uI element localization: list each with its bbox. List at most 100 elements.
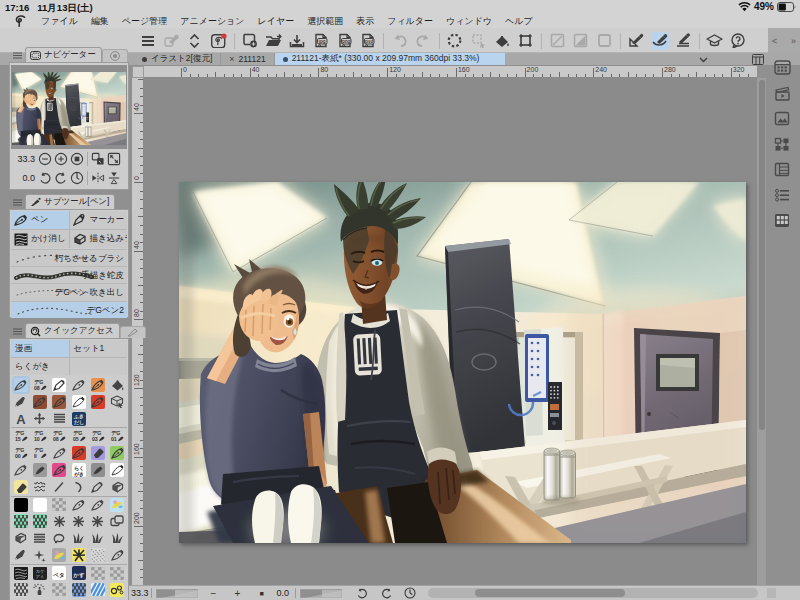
qa-cell[interactable] xyxy=(69,376,88,393)
eraser-icon[interactable] xyxy=(14,480,28,494)
qa-cell[interactable] xyxy=(69,444,88,461)
rotate-reset-icon[interactable] xyxy=(404,587,416,599)
zoom-100-icon[interactable] xyxy=(70,152,84,166)
panel-menu-icon[interactable] xyxy=(13,328,22,335)
qa-cell[interactable]: デGII xyxy=(30,444,49,461)
qa-cell[interactable] xyxy=(108,581,127,598)
dg-pen-icon[interactable]: デG10 xyxy=(33,429,47,443)
fill-bucket-icon[interactable] xyxy=(493,32,511,50)
subtool-brush-3[interactable]: デGペン2 xyxy=(11,301,127,318)
curve-icon[interactable] xyxy=(72,480,86,494)
qa-cell[interactable] xyxy=(50,410,69,427)
qa-cell[interactable] xyxy=(108,496,127,513)
grass-icon[interactable] xyxy=(72,531,86,545)
vertical-scrollbar-thumb[interactable] xyxy=(759,80,765,430)
qa-cell[interactable] xyxy=(108,547,127,564)
pen-icon[interactable] xyxy=(52,463,66,477)
qa-cell[interactable] xyxy=(69,393,88,410)
textA-icon[interactable]: A xyxy=(14,412,28,426)
scroll-right-chevron[interactable]: » xyxy=(791,36,796,46)
qa-cell[interactable] xyxy=(108,444,127,461)
qa-cell[interactable]: デG00 xyxy=(11,444,30,461)
edit-pen-icon[interactable] xyxy=(120,326,146,338)
rays-icon[interactable] xyxy=(72,548,86,562)
howto-cap-icon[interactable] xyxy=(706,32,724,50)
panel-menu-icon[interactable] xyxy=(13,199,22,206)
selection-running-icon[interactable] xyxy=(446,32,464,50)
spray-icon[interactable] xyxy=(33,583,47,597)
rotate-right-icon[interactable] xyxy=(380,588,393,599)
qa-cell[interactable] xyxy=(11,479,30,496)
qa-cell[interactable] xyxy=(88,530,107,547)
qa-cell[interactable] xyxy=(50,496,69,513)
static-icon[interactable] xyxy=(33,480,47,494)
qa-cell[interactable] xyxy=(11,496,30,513)
pen2-icon[interactable] xyxy=(72,378,86,392)
qa-set-漫画[interactable]: 漫画 xyxy=(11,340,69,357)
qa-cell[interactable] xyxy=(69,547,88,564)
qa-cell[interactable] xyxy=(11,565,30,582)
xstar-icon[interactable] xyxy=(91,514,105,528)
nib-icon[interactable] xyxy=(33,463,47,477)
menu-item-7[interactable]: フィルター xyxy=(387,15,433,28)
fit-screen-icon[interactable] xyxy=(107,152,121,166)
marker-icon[interactable] xyxy=(14,395,28,409)
subtool-brush-2[interactable]: デGペン 吹き出し xyxy=(11,283,127,300)
qa-cell[interactable] xyxy=(88,462,107,479)
qa-cell[interactable] xyxy=(108,530,127,547)
qa-cell[interactable] xyxy=(30,462,49,479)
qa-cell[interactable] xyxy=(88,513,107,530)
export-jpg-icon[interactable]: jpg xyxy=(312,32,330,50)
horizontal-scrollbar[interactable] xyxy=(428,588,758,598)
menu-item-4[interactable]: レイヤー xyxy=(258,15,295,28)
qa-cell[interactable]: らくがき xyxy=(69,462,88,479)
clip-studio-badge-icon[interactable] xyxy=(210,32,228,50)
qa-cell[interactable] xyxy=(11,547,30,564)
cube-icon[interactable] xyxy=(110,395,124,409)
qa-cell[interactable] xyxy=(30,479,49,496)
dg-pen-icon[interactable]: デG01 xyxy=(110,429,124,443)
checker-icon[interactable] xyxy=(52,583,66,597)
qa-cell[interactable] xyxy=(50,376,69,393)
pen2-icon[interactable] xyxy=(91,498,105,512)
rotate-left-icon[interactable] xyxy=(356,588,369,599)
qa-cell[interactable]: デG10 xyxy=(30,428,49,445)
menu-item-5[interactable]: 選択範囲 xyxy=(307,15,343,28)
checker-icon[interactable] xyxy=(52,498,66,512)
pen-icon[interactable] xyxy=(33,395,47,409)
document-tab-2[interactable]: 211121-表紙* (330.00 x 209.97mm 360dpi 33.… xyxy=(275,53,506,65)
qa-cell[interactable] xyxy=(88,376,107,393)
noise-icon[interactable] xyxy=(91,548,105,562)
qa-cell[interactable] xyxy=(69,479,88,496)
help-bubble-icon[interactable] xyxy=(729,32,747,50)
canvas-document[interactable] xyxy=(179,182,746,543)
xstar-icon[interactable] xyxy=(72,514,86,528)
qa-cell[interactable] xyxy=(50,530,69,547)
hlines-icon[interactable] xyxy=(52,412,66,426)
qa-cell[interactable] xyxy=(30,581,49,598)
marker-icon[interactable] xyxy=(14,548,28,562)
dg-pen-icon[interactable]: デG05 xyxy=(72,429,86,443)
qa-cell[interactable]: A xyxy=(11,410,30,427)
canvas-preview-icon[interactable] xyxy=(774,111,791,128)
qa-cell[interactable] xyxy=(30,513,49,530)
qa-cell[interactable] xyxy=(88,479,107,496)
subtool-brush-0[interactable]: 朽ちさせるブラシ xyxy=(11,249,127,266)
pencil-icon[interactable] xyxy=(91,480,105,494)
export-png-icon[interactable]: png xyxy=(336,32,354,50)
subview-icon[interactable] xyxy=(102,49,128,62)
pen-icon[interactable] xyxy=(91,395,105,409)
crop-frame-icon[interactable] xyxy=(517,32,535,50)
panel-menu-icon[interactable] xyxy=(13,52,22,59)
pen-icon[interactable] xyxy=(91,378,105,392)
hex-icon[interactable] xyxy=(110,480,124,494)
zoom-out-icon[interactable] xyxy=(38,152,52,166)
document-tab-0[interactable]: イラスト2[復元] xyxy=(134,53,221,65)
pen-icon[interactable] xyxy=(14,378,28,392)
qa-cell[interactable]: ふきだし xyxy=(69,410,88,427)
qa-cell[interactable] xyxy=(11,530,30,547)
qa-cell[interactable] xyxy=(11,581,30,598)
pen2-icon[interactable] xyxy=(14,463,28,477)
qa-cell[interactable] xyxy=(11,393,30,410)
menu-item-3[interactable]: アニメーション xyxy=(180,15,244,28)
